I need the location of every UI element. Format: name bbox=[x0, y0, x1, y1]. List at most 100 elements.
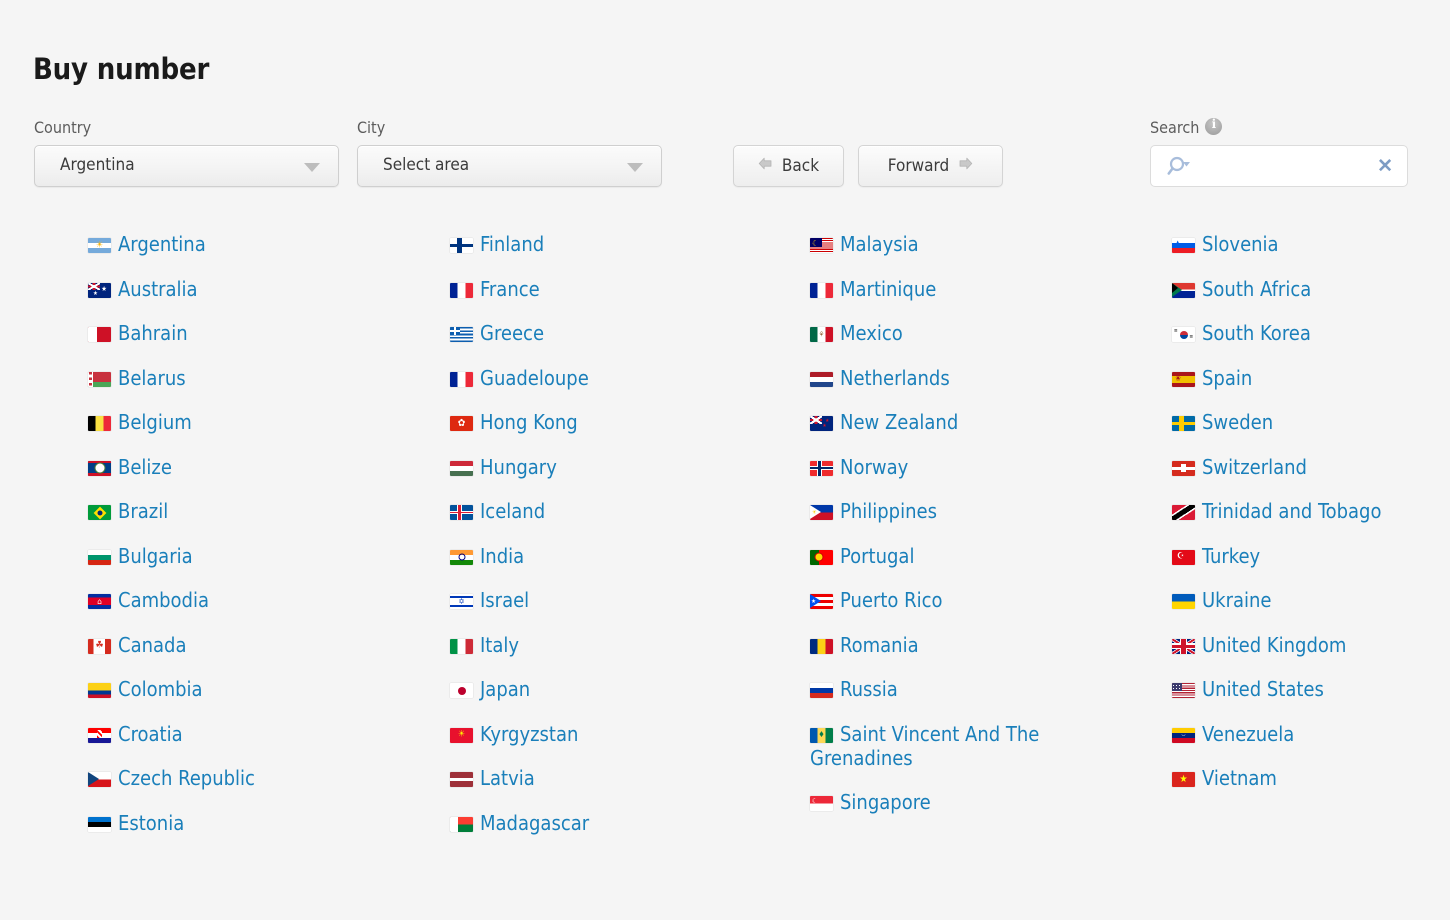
country-link[interactable]: Ukraine bbox=[1172, 589, 1450, 613]
country-name: Trinidad and Tobago bbox=[1202, 499, 1382, 523]
country-link[interactable]: ⌂ Cambodia bbox=[88, 589, 428, 613]
country-column: ☾ Malaysia Martinique ⚘ Mexico Netherlands ★ ★ N… bbox=[810, 233, 1100, 836]
country-name: Norway bbox=[840, 454, 909, 479]
flag-icon-ve: ◡ bbox=[1172, 727, 1195, 743]
country-link[interactable]: ☀ Philippines bbox=[810, 500, 1100, 524]
flag-icon-lv bbox=[450, 772, 473, 787]
country-link[interactable]: France bbox=[450, 277, 790, 302]
country-link[interactable]: Italy bbox=[450, 633, 790, 658]
country-link[interactable]: India bbox=[450, 544, 790, 569]
country-link[interactable]: Belarus bbox=[88, 366, 428, 391]
country-link[interactable]: ⚘ Mexico bbox=[810, 322, 1100, 346]
country-link[interactable]: ★ Vietnam bbox=[1172, 767, 1450, 791]
country-link[interactable]: Bulgaria bbox=[88, 544, 428, 569]
country-link[interactable]: Belgium bbox=[88, 411, 428, 435]
country-name: Iceland bbox=[480, 499, 546, 523]
country-link[interactable]: ★ Puerto Rico bbox=[810, 589, 1100, 613]
info-icon[interactable] bbox=[1205, 117, 1223, 135]
flag-icon-is bbox=[450, 505, 473, 520]
country-link[interactable]: Hungary bbox=[450, 455, 790, 480]
country-name: Spain bbox=[1202, 365, 1253, 390]
country-link[interactable]: ✿ Hong Kong bbox=[450, 411, 790, 435]
close-icon[interactable]: ✕ bbox=[1377, 156, 1393, 178]
search-input[interactable] bbox=[1201, 150, 1383, 184]
country-link[interactable]: Russia bbox=[810, 678, 1100, 702]
country-name: Malaysia bbox=[840, 232, 919, 256]
country-link[interactable]: ★ ★ Australia bbox=[88, 277, 428, 302]
chevron-down-icon bbox=[304, 163, 320, 172]
country-link[interactable]: ☘ Canada bbox=[88, 633, 428, 658]
flag-icon-by bbox=[88, 371, 111, 387]
country-link[interactable]: ≡ ≡ South Korea bbox=[1172, 322, 1450, 346]
country-column: Finland France Greece Guadeloupe ✿ Hong Kong H… bbox=[450, 233, 790, 856]
search-icon[interactable] bbox=[1167, 155, 1197, 179]
country-link[interactable]: Sweden bbox=[1172, 411, 1450, 435]
country-link[interactable]: Romania bbox=[810, 633, 1100, 658]
country-link[interactable]: Latvia bbox=[450, 767, 790, 791]
flag-icon-gb bbox=[1172, 638, 1195, 654]
country-link[interactable]: ▲ Slovenia bbox=[1172, 233, 1450, 257]
country-link[interactable]: Switzerland bbox=[1172, 455, 1450, 480]
flag-icon-za bbox=[1172, 282, 1195, 298]
chevron-down-icon bbox=[627, 163, 643, 172]
country-link[interactable]: ☀ Argentina bbox=[88, 233, 428, 257]
country-link[interactable]: ✡ Israel bbox=[450, 589, 790, 613]
country-link[interactable]: ☾ Singapore bbox=[810, 791, 1100, 815]
flag-icon-ee bbox=[88, 816, 111, 832]
country-link[interactable]: Colombia bbox=[88, 678, 428, 702]
country-link[interactable]: Bahrain bbox=[88, 322, 428, 346]
country-link[interactable]: ☪ Turkey bbox=[1172, 544, 1450, 569]
country-link[interactable]: Belize bbox=[88, 455, 428, 480]
country-link[interactable]: Trinidad and Tobago bbox=[1172, 500, 1450, 524]
country-link[interactable]: Japan bbox=[450, 678, 790, 702]
country-name: Czech Republic bbox=[118, 766, 255, 790]
country-name: Philippines bbox=[840, 499, 937, 523]
country-link[interactable]: Madagascar bbox=[450, 811, 790, 836]
country-link[interactable]: ❀ Spain bbox=[1172, 365, 1450, 391]
country-link[interactable]: United Kingdom bbox=[1172, 633, 1450, 658]
flag-icon-my: ☾ bbox=[810, 238, 833, 253]
flag-icon-ua bbox=[1172, 594, 1195, 609]
flag-icon-no bbox=[810, 460, 833, 476]
back-button[interactable]: Back bbox=[733, 145, 844, 187]
country-name: United States bbox=[1202, 677, 1324, 701]
country-link[interactable]: United States bbox=[1172, 678, 1450, 702]
country-link[interactable]: Netherlands bbox=[810, 366, 1100, 391]
country-link[interactable]: ♦ Saint Vincent And The Grenadines bbox=[810, 722, 1100, 771]
country-label: Country bbox=[34, 118, 92, 137]
country-link[interactable]: Norway bbox=[810, 454, 1100, 480]
country-link[interactable]: ★ ★ New Zealand bbox=[810, 411, 1100, 435]
country-name: Israel bbox=[480, 588, 530, 612]
country-link[interactable]: ☀ Kyrgyzstan bbox=[450, 721, 790, 747]
flag-icon-nz: ★ ★ bbox=[810, 416, 833, 431]
country-name: Brazil bbox=[118, 499, 169, 523]
flag-icon-fr bbox=[450, 282, 473, 298]
country-link[interactable]: ☾ Malaysia bbox=[810, 233, 1100, 257]
country-name: Kyrgyzstan bbox=[480, 721, 579, 746]
country-link[interactable]: Finland bbox=[450, 233, 790, 257]
country-link[interactable]: Czech Republic bbox=[88, 767, 428, 791]
country-link[interactable]: Iceland bbox=[450, 500, 790, 524]
country-link[interactable]: Croatia bbox=[88, 722, 428, 747]
country-select[interactable]: Argentina bbox=[34, 145, 339, 187]
country-name: Sweden bbox=[1202, 410, 1274, 434]
country-name: Portugal bbox=[840, 543, 915, 568]
country-link[interactable]: ◡ Venezuela bbox=[1172, 722, 1450, 747]
forward-button[interactable]: Forward bbox=[858, 145, 1003, 187]
country-link[interactable]: Brazil bbox=[88, 500, 428, 524]
city-label: City bbox=[357, 118, 386, 137]
flag-icon-vc: ♦ bbox=[810, 727, 833, 743]
search-box[interactable]: ✕ bbox=[1150, 145, 1408, 187]
country-link[interactable]: Martinique bbox=[810, 277, 1100, 302]
country-link[interactable]: Greece bbox=[450, 322, 790, 346]
country-name: Mexico bbox=[840, 321, 903, 345]
country-link[interactable]: Portugal bbox=[810, 543, 1100, 569]
flag-icon-au: ★ ★ bbox=[88, 282, 111, 298]
country-link[interactable]: South Africa bbox=[1172, 277, 1450, 302]
page-title: Buy number bbox=[33, 52, 210, 87]
flag-icon-be bbox=[88, 416, 111, 431]
country-name: Russia bbox=[840, 677, 898, 701]
city-select[interactable]: Select area bbox=[357, 145, 662, 187]
country-link[interactable]: Guadeloupe bbox=[450, 366, 790, 391]
country-link[interactable]: Estonia bbox=[88, 811, 428, 836]
